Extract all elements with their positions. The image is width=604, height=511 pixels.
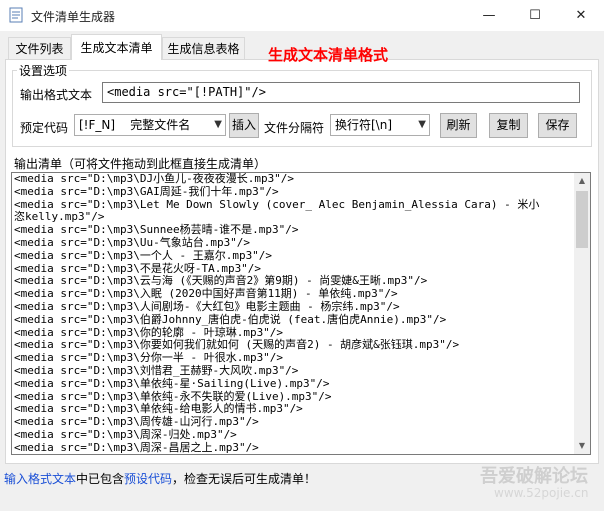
refresh-button[interactable]: 刷新	[440, 113, 477, 138]
separator-label: 文件分隔符	[264, 121, 325, 135]
insert-button[interactable]: 插入	[229, 113, 259, 138]
status-text: 中已包含	[76, 472, 125, 486]
separator-select[interactable]: 换行符[\n] ▼	[330, 114, 430, 136]
format-label: 输出格式文本	[20, 88, 93, 102]
minimize-button[interactable]: —	[466, 0, 512, 31]
settings-legend: 设置选项	[17, 62, 70, 79]
watermark-url: www.52pojie.cn	[494, 486, 589, 500]
vertical-scrollbar[interactable]: ▲ ▼	[574, 173, 590, 454]
tab-file-list[interactable]: 文件列表	[8, 37, 71, 59]
tab-generate-info-table[interactable]: 生成信息表格	[162, 37, 245, 59]
save-button[interactable]: 保存	[538, 113, 577, 138]
output-line: <media src="D:\mp3\一个人 - 王嘉尔.mp3"/>	[14, 248, 273, 262]
status-link-preset: 预设代码	[124, 472, 173, 486]
copy-button[interactable]: 复制	[489, 113, 528, 138]
output-line: <media src="D:\mp3\单依纯-星·Sailing(Live).m…	[14, 376, 330, 390]
document-icon	[9, 7, 23, 23]
section-heading: 生成文本清单格式	[268, 46, 389, 64]
tab-generate-text-list[interactable]: 生成文本清单	[71, 34, 162, 60]
status-text-end: ，检查无误后可生成清单！	[172, 472, 317, 486]
output-lines: <media src="D:\mp3\DJ小鱼儿-夜夜夜漫长.mp3"/> <me…	[14, 172, 574, 454]
chevron-down-icon: ▼	[214, 119, 222, 130]
title-bar[interactable]: 文件清单生成器 — ☐ ✕	[0, 0, 604, 31]
output-line: <media src="D:\mp3\周深-归处.mp3"/>	[14, 427, 237, 441]
output-line: <media src="D:\mp3\伯爵Johnny_唐伯虎-伯虎说 (fea…	[14, 312, 447, 326]
close-button[interactable]: ✕	[558, 0, 604, 31]
output-label: 输出清单（可将文件拖动到此框直接生成清单）	[14, 157, 267, 171]
maximize-button[interactable]: ☐	[512, 0, 558, 31]
preset-label: 预定代码	[20, 121, 69, 135]
output-line: <media src="D:\mp3\Uu-气象站台.mp3"/>	[14, 235, 251, 249]
separator-select-value: 换行符[\n]	[335, 118, 393, 132]
scroll-down-icon[interactable]: ▼	[574, 438, 590, 454]
preset-select-value: [!F_N] 完整文件名	[79, 118, 191, 132]
scroll-up-icon[interactable]: ▲	[574, 173, 590, 189]
format-input[interactable]: <media src="[!PATH]"/>	[102, 82, 580, 103]
chevron-down-icon: ▼	[418, 119, 426, 130]
output-line: <media src="D:\mp3\DJ小鱼儿-夜夜夜漫长.mp3"/>	[14, 172, 295, 185]
window-title: 文件清单生成器	[31, 10, 116, 24]
status-bar: 输入格式文本中已包含预设代码，检查无误后可生成清单！	[4, 470, 316, 487]
watermark-logo: 吾爱破解论坛	[480, 466, 588, 487]
preset-select[interactable]: [!F_N] 完整文件名 ▼	[74, 114, 226, 136]
scroll-thumb[interactable]	[576, 191, 588, 248]
output-line: <media src="D:\mp3\GAI周延-我们十年.mp3"/>	[14, 184, 279, 198]
status-link-format: 输入格式文本	[4, 472, 77, 486]
output-textarea[interactable]: <media src="D:\mp3\DJ小鱼儿-夜夜夜漫长.mp3"/> <me…	[11, 172, 591, 455]
output-line: <media src="D:\mp3\人间剧场-《大红包》电影主题曲 - 杨宗纬…	[14, 299, 400, 313]
output-line: <media src="D:\mp3\刘惜君_王赫野-大风吹.mp3"/>	[14, 363, 299, 377]
output-line: <media src="D:\mp3\周深-昌居之上.mp3"/>	[14, 440, 259, 454]
